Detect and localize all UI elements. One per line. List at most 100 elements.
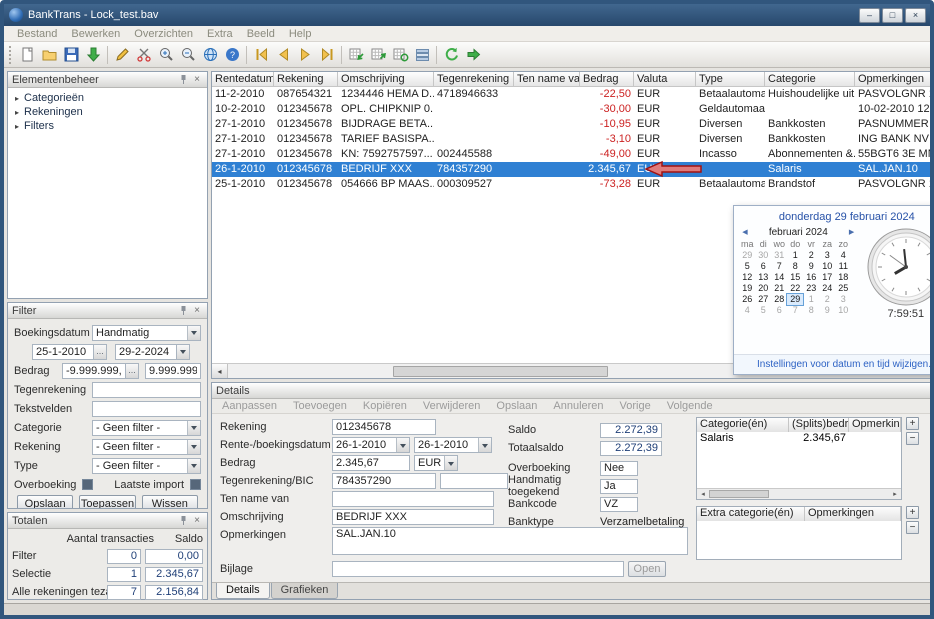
- add-category-button[interactable]: +: [906, 417, 919, 430]
- calendar-day[interactable]: 9: [819, 305, 835, 316]
- transaction-cell[interactable]: PASNUMMER ***...: [855, 117, 934, 132]
- cut-icon[interactable]: [133, 44, 155, 66]
- column-header[interactable]: Rentedatum: [212, 72, 274, 86]
- scrollbar-thumb[interactable]: [393, 366, 608, 377]
- close-panel-icon[interactable]: ×: [191, 305, 203, 317]
- transaction-cell[interactable]: EUR: [634, 102, 696, 117]
- action-button-7[interactable]: Volgende: [667, 400, 713, 412]
- calendar-day[interactable]: 5: [755, 305, 771, 316]
- nav-next-icon[interactable]: [294, 44, 316, 66]
- column-header[interactable]: Valuta: [634, 72, 696, 86]
- rentedatum-select[interactable]: 26-1-2010: [332, 437, 410, 453]
- calendar-day[interactable]: 1: [803, 294, 819, 305]
- chevron-down-icon[interactable]: [187, 326, 200, 340]
- calendar-day[interactable]: 7: [771, 261, 787, 272]
- menu-item-bestand[interactable]: Bestand: [10, 28, 64, 40]
- action-button-3[interactable]: Verwijderen: [423, 400, 480, 412]
- export-icon[interactable]: [462, 44, 484, 66]
- column-header[interactable]: Type: [696, 72, 765, 86]
- transaction-cell[interactable]: 087654321: [274, 87, 338, 102]
- transaction-cell[interactable]: 26-1-2010: [212, 162, 274, 177]
- column-header[interactable]: Extra categorie(én): [697, 507, 805, 521]
- bedrag-to-input[interactable]: [145, 363, 201, 379]
- transaction-row[interactable]: 11-2-20100876543211234446 HEMA D...47189…: [212, 87, 934, 102]
- transaction-cell[interactable]: 000309527: [434, 177, 514, 192]
- pin-icon[interactable]: [177, 74, 189, 86]
- omschrijving-input[interactable]: [332, 509, 494, 525]
- chevron-down-icon[interactable]: [187, 421, 200, 435]
- transaction-cell[interactable]: [696, 162, 765, 177]
- transaction-cell[interactable]: 012345678: [274, 147, 338, 162]
- calendar-next-icon[interactable]: ▶: [849, 228, 854, 236]
- transaction-cell[interactable]: Betaalautomaat: [696, 87, 765, 102]
- calendar-day[interactable]: 18: [835, 272, 851, 283]
- calendar-day[interactable]: 27: [755, 294, 771, 305]
- transaction-cell[interactable]: BIJDRAGE BETA...: [338, 117, 434, 132]
- transaction-cell[interactable]: -10,95: [580, 117, 634, 132]
- transaction-cell[interactable]: KN: 7592757597...: [338, 147, 434, 162]
- grid-update-icon[interactable]: [389, 44, 411, 66]
- date-to-input[interactable]: [115, 344, 177, 360]
- tree-item-filters[interactable]: ▸Filters: [10, 119, 205, 133]
- transaction-cell[interactable]: Huishoudelijke uit...: [765, 87, 855, 102]
- transaction-cell[interactable]: [514, 87, 580, 102]
- calendar-day[interactable]: 29: [739, 250, 755, 261]
- toolbar-grip[interactable]: [9, 46, 12, 64]
- menu-item-overzichten[interactable]: Overzichten: [127, 28, 200, 40]
- import-icon[interactable]: [82, 44, 104, 66]
- transaction-cell[interactable]: 25-1-2010: [212, 177, 274, 192]
- action-button-6[interactable]: Vorige: [620, 400, 651, 412]
- maximize-button[interactable]: □: [882, 8, 903, 23]
- transaction-cell[interactable]: EUR: [634, 132, 696, 147]
- scroll-left-icon[interactable]: ◂: [212, 364, 228, 378]
- zoom-in-icon[interactable]: [155, 44, 177, 66]
- calendar-day[interactable]: 9: [803, 261, 819, 272]
- chevron-down-icon[interactable]: [478, 438, 491, 452]
- transaction-cell[interactable]: [514, 102, 580, 117]
- transaction-cell[interactable]: -3,10: [580, 132, 634, 147]
- close-button[interactable]: ×: [905, 8, 926, 23]
- scroll-left-icon[interactable]: ◂: [697, 490, 709, 498]
- transaction-cell[interactable]: [514, 117, 580, 132]
- calendar-day[interactable]: 4: [835, 250, 851, 261]
- menu-item-extra[interactable]: Extra: [200, 28, 240, 40]
- transaction-cell[interactable]: 1234446 HEMA D...: [338, 87, 434, 102]
- tegenrekening-filter-input[interactable]: [92, 382, 201, 398]
- transaction-cell[interactable]: 012345678: [274, 177, 338, 192]
- transaction-cell[interactable]: 10-02-2010 12:2...: [855, 102, 934, 117]
- calendar-day[interactable]: 7: [787, 305, 803, 316]
- transaction-cell[interactable]: PASVOLGNR 123...: [855, 177, 934, 192]
- transaction-cell[interactable]: OPL. CHIPKNIP 0...: [338, 102, 434, 117]
- calendar-day[interactable]: 29: [787, 294, 803, 305]
- transaction-cell[interactable]: -49,00: [580, 147, 634, 162]
- column-header[interactable]: (Splits)bedrag: [789, 418, 849, 432]
- menu-item-bewerken[interactable]: Bewerken: [64, 28, 127, 40]
- expand-icon[interactable]: ▸: [12, 94, 22, 103]
- transaction-cell[interactable]: [434, 117, 514, 132]
- transaction-row[interactable]: 27-1-2010012345678KN: 7592757597...00244…: [212, 147, 934, 162]
- datetime-settings-link[interactable]: Instellingen voor datum en tijd wijzigen…: [734, 354, 934, 374]
- transaction-cell[interactable]: SAL.JAN.10: [855, 162, 934, 177]
- transaction-cell[interactable]: [434, 102, 514, 117]
- calendar-day[interactable]: 23: [803, 283, 819, 294]
- calendar-day[interactable]: 5: [739, 261, 755, 272]
- categorie-select[interactable]: - Geen filter -: [92, 420, 201, 436]
- calendar-day[interactable]: 11: [835, 261, 851, 272]
- transaction-cell[interactable]: EUR: [634, 177, 696, 192]
- column-header[interactable]: Categorie: [765, 72, 855, 86]
- tree-item-categorien[interactable]: ▸Categorieën: [10, 91, 205, 105]
- transaction-cell[interactable]: -30,00: [580, 102, 634, 117]
- transaction-cell[interactable]: 27-1-2010: [212, 147, 274, 162]
- column-header[interactable]: Opmerkingen: [805, 507, 901, 521]
- nav-prev-icon[interactable]: [272, 44, 294, 66]
- save-icon[interactable]: [60, 44, 82, 66]
- transaction-cell[interactable]: ING BANK NV PR...: [855, 132, 934, 147]
- transaction-cell[interactable]: Salaris: [765, 162, 855, 177]
- bedrag-from-browse-button[interactable]: …: [126, 363, 139, 379]
- overboeking-checkbox[interactable]: [82, 479, 93, 490]
- calendar-day[interactable]: 4: [739, 305, 755, 316]
- calendar-day[interactable]: 3: [819, 250, 835, 261]
- date-from-browse-button[interactable]: …: [94, 344, 107, 360]
- expand-icon[interactable]: ▸: [12, 108, 22, 117]
- close-panel-icon[interactable]: ×: [191, 515, 203, 527]
